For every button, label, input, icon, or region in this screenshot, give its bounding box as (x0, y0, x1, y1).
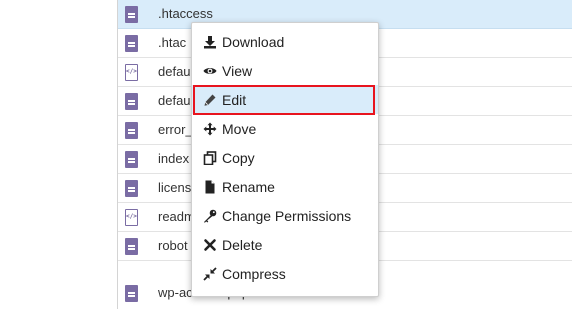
menu-item-move[interactable]: Move (192, 114, 378, 143)
times-icon (203, 238, 217, 252)
file-name: readm (158, 209, 195, 224)
file-name: index (158, 151, 190, 166)
menu-item-rename[interactable]: Rename (192, 172, 378, 201)
key-icon (203, 209, 217, 223)
file-text-icon (125, 35, 138, 52)
menu-item-delete[interactable]: Delete (192, 230, 378, 259)
menu-item-label: Download (222, 33, 285, 50)
file-name: licens (158, 180, 192, 195)
file-name: defau (158, 93, 191, 108)
menu-item-compress[interactable]: Compress (192, 259, 378, 288)
file-text-icon (125, 93, 138, 110)
file-icon (203, 180, 217, 194)
menu-item-change-permissions[interactable]: Change Permissions (192, 201, 378, 230)
file-name: defau (158, 64, 191, 79)
file-name: .htaccess (158, 6, 213, 21)
file-text-icon (125, 122, 138, 139)
pencil-icon (203, 93, 217, 107)
file-name: .htac (158, 35, 187, 50)
download-icon (203, 35, 217, 49)
menu-item-download[interactable]: Download (192, 27, 378, 56)
file-text-icon (125, 180, 138, 197)
file-name: robot (158, 238, 188, 253)
eye-icon (203, 64, 217, 78)
file-code-icon: </> (125, 64, 138, 81)
menu-item-label: Delete (222, 236, 263, 253)
file-text-icon (125, 285, 138, 302)
menu-item-label: Copy (222, 149, 255, 166)
menu-item-label: Rename (222, 178, 275, 195)
file-text-icon (125, 151, 138, 168)
context-menu: Download View Edit Move Copy Rename Chan… (191, 22, 379, 297)
menu-item-label: Compress (222, 265, 286, 282)
compress-icon (203, 266, 217, 281)
menu-item-label: View (222, 62, 253, 79)
file-name: error_ (158, 122, 193, 137)
move-arrows-icon (203, 122, 217, 136)
file-code-icon: </> (125, 209, 138, 226)
menu-item-edit[interactable]: Edit (192, 85, 378, 114)
menu-item-label: Move (222, 120, 257, 137)
menu-item-copy[interactable]: Copy (192, 143, 378, 172)
menu-item-view[interactable]: View (192, 56, 378, 85)
menu-item-label: Change Permissions (222, 207, 352, 224)
copy-icon (203, 150, 217, 165)
file-text-icon (125, 238, 138, 255)
menu-item-label: Edit (222, 91, 247, 108)
file-text-icon (125, 6, 138, 23)
